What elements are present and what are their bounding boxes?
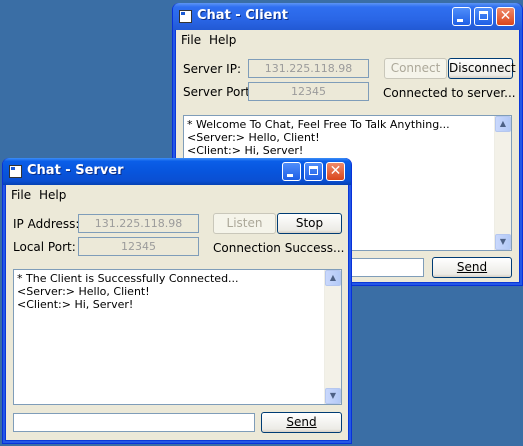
menu-help[interactable]: Help: [39, 188, 66, 202]
arrow-up-icon[interactable]: ▲: [495, 116, 511, 132]
client-status-text: Connected to server...: [383, 86, 516, 100]
chat-line: <Server:> Hello, Client!: [17, 285, 150, 298]
server-ip-label: Server IP:: [183, 62, 241, 76]
disconnect-button[interactable]: Disconnect: [448, 58, 516, 79]
close-button[interactable]: ✕: [326, 162, 345, 181]
ip-address-label: IP Address:: [13, 217, 80, 231]
server-port-field[interactable]: 12345: [248, 82, 369, 101]
minimize-button[interactable]: [452, 7, 471, 26]
arrow-down-icon[interactable]: ▼: [325, 388, 341, 404]
server-port-label: Server Port:: [183, 85, 254, 99]
maximize-button[interactable]: [474, 7, 493, 26]
app-window-icon[interactable]: [179, 10, 192, 23]
client-send-button[interactable]: Send: [432, 257, 512, 278]
vertical-scrollbar[interactable]: ▲ ▼: [324, 270, 341, 404]
client-menu-bar: File Help: [176, 30, 519, 50]
minimize-button[interactable]: [282, 162, 301, 181]
minimize-icon: [457, 19, 463, 22]
close-button[interactable]: ✕: [496, 7, 515, 26]
send-label: Send: [286, 415, 317, 429]
server-send-button[interactable]: Send: [261, 412, 342, 433]
menu-help[interactable]: Help: [209, 33, 236, 47]
stop-button[interactable]: Stop: [277, 213, 342, 234]
connect-button[interactable]: Connect: [384, 58, 447, 79]
server-title-bar[interactable]: Chat - Server ✕: [3, 158, 351, 185]
minimize-icon: [287, 174, 293, 177]
server-status-text: Connection Success...: [213, 241, 345, 255]
local-port-field[interactable]: 12345: [78, 237, 199, 256]
server-chat-log[interactable]: * The Client is Successfully Connected..…: [13, 269, 342, 405]
app-window-icon[interactable]: [9, 165, 22, 178]
server-menu-bar: File Help: [6, 185, 348, 205]
server-ip-field[interactable]: 131.225.118.98: [248, 59, 369, 78]
ip-address-field[interactable]: 131.225.118.98: [78, 214, 199, 233]
maximize-icon: [309, 166, 318, 175]
menu-file[interactable]: File: [11, 188, 31, 202]
close-icon: ✕: [329, 163, 342, 179]
listen-button[interactable]: Listen: [213, 213, 276, 234]
chat-line: <Client:> Hi, Server!: [187, 144, 304, 157]
server-window-title: Chat - Server: [27, 163, 124, 178]
local-port-label: Local Port:: [13, 240, 76, 254]
chat-line: * Welcome To Chat, Feel Free To Talk Any…: [187, 118, 450, 131]
maximize-icon: [479, 11, 488, 20]
server-message-input[interactable]: [13, 413, 255, 432]
chat-line: <Server:> Hello, Client!: [187, 131, 320, 144]
arrow-up-icon[interactable]: ▲: [325, 270, 341, 286]
chat-line: * The Client is Successfully Connected..…: [17, 272, 239, 285]
chat-line: <Client:> Hi, Server!: [17, 298, 134, 311]
send-label: Send: [456, 260, 488, 274]
server-window: Chat - Server ✕ File Help IP Address: 13…: [2, 158, 352, 444]
arrow-down-icon[interactable]: ▼: [495, 234, 511, 250]
close-icon: ✕: [499, 8, 512, 24]
menu-file[interactable]: File: [181, 33, 201, 47]
client-title-bar[interactable]: Chat - Client ✕: [173, 3, 522, 30]
client-window-title: Chat - Client: [197, 8, 288, 23]
maximize-button[interactable]: [304, 162, 323, 181]
vertical-scrollbar[interactable]: ▲ ▼: [494, 116, 511, 250]
